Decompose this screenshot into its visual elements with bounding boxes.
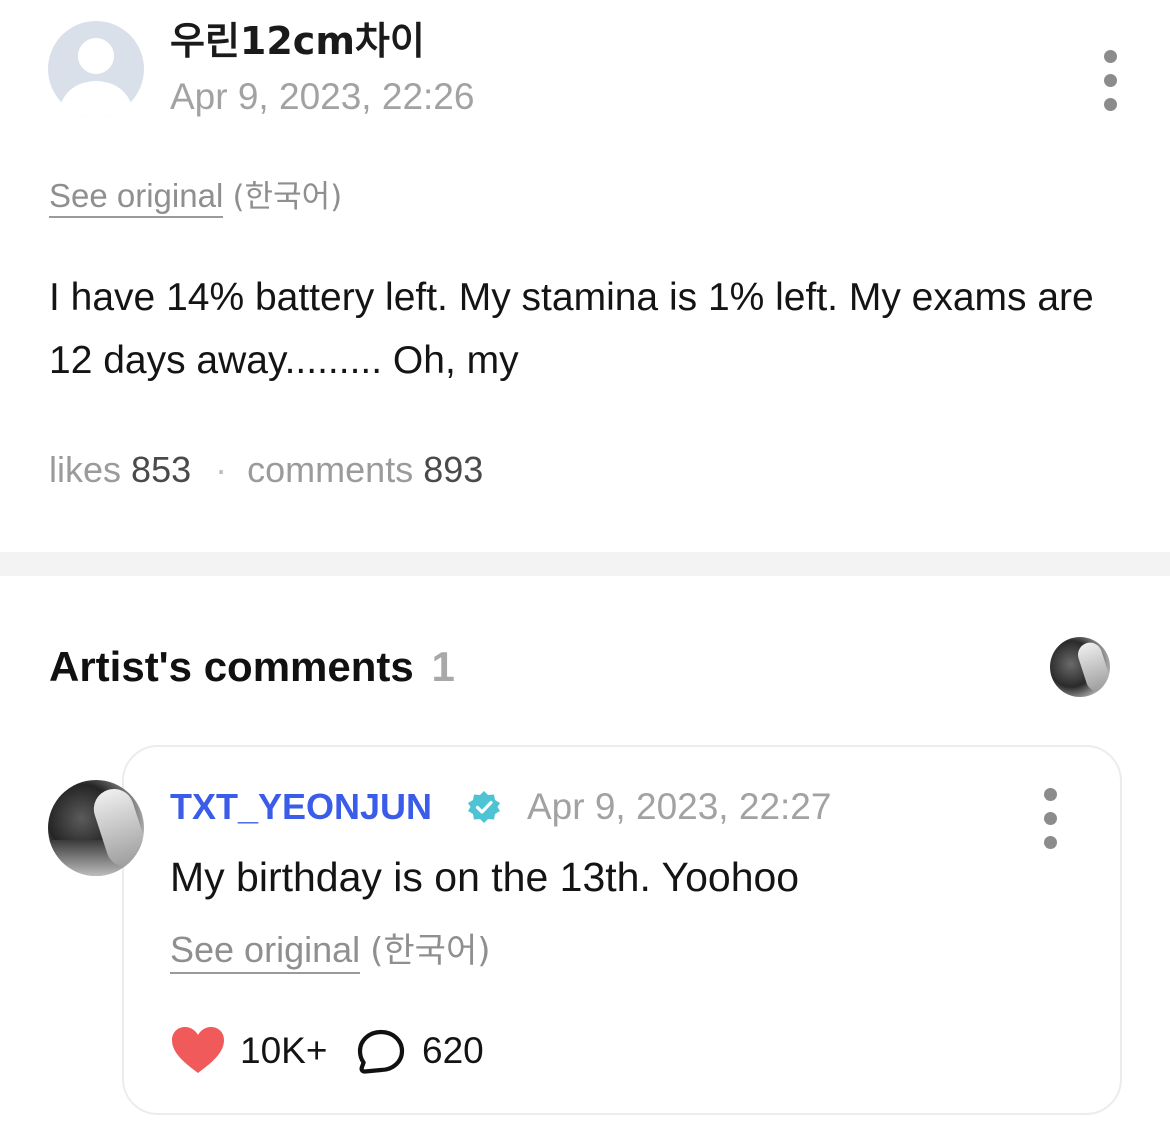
artist-avatar[interactable]	[48, 780, 144, 876]
likes-label: likes	[49, 449, 122, 490]
original-language-label: (한국어)	[370, 931, 491, 971]
post-more-options-icon[interactable]	[1100, 50, 1120, 111]
artist-name[interactable]: TXT_YEONJUN	[170, 784, 432, 830]
avatar-body-shape	[60, 81, 132, 117]
post-see-original[interactable]: See original (한국어)	[49, 176, 343, 218]
see-original-link[interactable]: See original	[170, 929, 361, 974]
comment-more-options-icon[interactable]	[1040, 788, 1060, 849]
likes-count: 853	[131, 449, 192, 490]
heart-icon[interactable]	[170, 1025, 226, 1075]
comments-label[interactable]: comments	[247, 449, 413, 490]
artist-comments-heading: Artist's comments	[49, 643, 414, 690]
see-original-link[interactable]: See original	[49, 177, 224, 218]
post-author-name[interactable]: 우린12cm차이	[170, 18, 425, 64]
author-avatar[interactable]	[48, 21, 144, 117]
artist-comments-count: 1	[431, 643, 455, 690]
post-stats: likes 853 · comments 893	[49, 448, 483, 492]
artist-comments-title: Artist's comments 1	[49, 640, 455, 694]
verified-badge-icon	[468, 791, 500, 823]
comment-text: My birthday is on the 13th. Yoohoo	[170, 854, 800, 900]
post-body-text: I have 14% battery left. My stamina is 1…	[49, 276, 1094, 382]
comment-likes-count: 10K+	[240, 1030, 328, 1071]
section-divider	[0, 552, 1170, 576]
original-language-label: (한국어)	[232, 179, 343, 215]
comment-replies-count: 620	[422, 1030, 484, 1071]
avatar-head-shape	[78, 38, 114, 74]
artist-mini-avatar[interactable]	[1050, 637, 1110, 697]
comments-count[interactable]: 893	[423, 449, 483, 490]
comment-see-original[interactable]: See original (한국어)	[170, 928, 491, 974]
comment-date: Apr 9, 2023, 22:27	[527, 786, 832, 827]
comment-bubble-icon[interactable]	[356, 1028, 406, 1076]
stats-separator: ·	[215, 449, 228, 490]
post-date: Apr 9, 2023, 22:26	[170, 76, 475, 117]
